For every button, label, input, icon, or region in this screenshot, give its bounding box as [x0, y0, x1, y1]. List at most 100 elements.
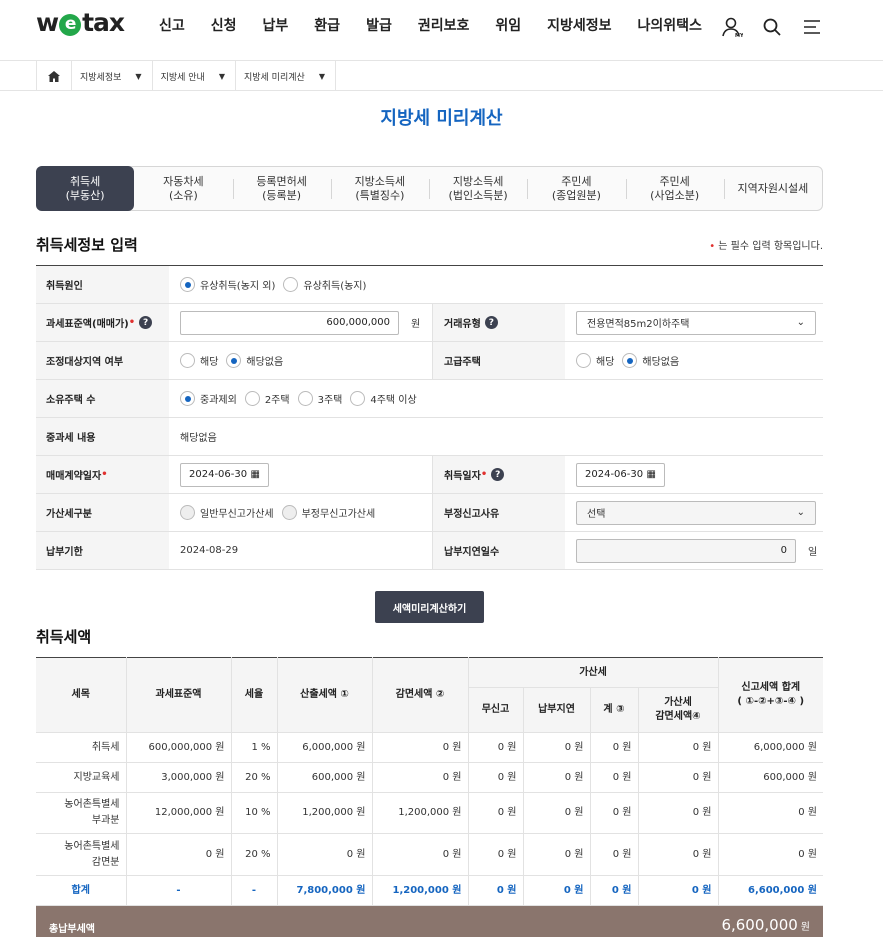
house-radio-2[interactable]: 2주택 — [244, 391, 290, 406]
menu-item-3[interactable]: 환급 — [301, 15, 353, 35]
house-radio-3[interactable]: 3주택 — [297, 391, 342, 406]
required-dot-icon: • — [709, 241, 716, 252]
sum-cell-total: 6,600,000 원 — [717, 875, 823, 906]
cell-calc: 1,200,000 원 — [276, 792, 373, 834]
due-date-value: 2024-08-29 — [180, 545, 239, 556]
contract-date-label: 매매계약일자 • — [36, 456, 169, 493]
tab-2[interactable]: 등록면허세 (등록분) — [232, 167, 331, 210]
wetax-logo[interactable]: w e tax — [36, 8, 125, 37]
chevron-down-icon: ▼ — [135, 71, 142, 81]
section-title-input: 취득세정보 입력 — [36, 236, 138, 254]
house-radio-4plus[interactable]: 4주택 이상 — [350, 391, 417, 406]
calendar-icon[interactable]: ▦ — [647, 469, 656, 480]
menu-item-7[interactable]: 지방세정보 — [534, 15, 624, 35]
sum-cell-calc: 7,800,000 원 — [276, 875, 373, 906]
tab-1[interactable]: 자동차세 (소유) — [134, 167, 232, 210]
cause-radio-farm[interactable]: 유상취득(농지) — [283, 277, 366, 292]
menu-item-0[interactable]: 신고 — [146, 15, 198, 35]
col-item: 세목 — [36, 657, 127, 733]
heavy-tax-value: 해당없음 — [180, 433, 217, 444]
tab-4[interactable]: 지방소득세 (법인소득분) — [429, 167, 527, 210]
cell-delay: 0 원 — [522, 792, 591, 834]
breadcrumb: 지방세정보 ▼ 지방세 안내 ▼ 지방세 미리계산 ▼ — [0, 61, 883, 91]
contract-date-input[interactable]: 2024-06-30 ▦ — [180, 462, 269, 487]
help-icon[interactable]: ? — [491, 468, 505, 481]
breadcrumb-item-2[interactable]: 지방세 안내 ▼ — [153, 61, 236, 91]
adjust-radio-no[interactable]: 해당없음 — [226, 353, 283, 368]
menu-item-1[interactable]: 신청 — [198, 15, 250, 35]
tab-0[interactable]: 취득세 (부동산) — [36, 166, 135, 211]
chevron-down-icon: ⌄ — [796, 317, 805, 328]
cell-nonreport: 0 원 — [467, 732, 524, 763]
base-label: 과세표준액(매매가) •? — [36, 304, 169, 341]
col-sum3: 계 ③ — [589, 687, 639, 733]
total-bar: 총납부세액 6,600,000 원 — [36, 906, 823, 937]
menu-item-8[interactable]: 나의위택스 — [625, 15, 715, 35]
tab-7[interactable]: 지역자원시설세 — [723, 167, 822, 210]
cell-base: 600,000,000 원 — [125, 732, 232, 763]
cell-base: 3,000,000 원 — [125, 762, 232, 793]
cell-nonreport: 0 원 — [467, 792, 524, 834]
section-title-result: 취득세액 — [36, 628, 92, 646]
tax-tabs: 취득세 (부동산) 자동차세 (소유) 등록면허세 (등록분) 지방소득세 (특별징수) 지방소… — [36, 166, 823, 211]
deal-type-select[interactable]: 전용면적85m2이하주택 ⌄ — [576, 310, 816, 335]
col-penalty: 가산세 — [467, 657, 719, 688]
cause-radio-nonfarm[interactable]: 유상취득(농지 외) — [180, 277, 275, 292]
deal-type-label: 거래유형? — [432, 304, 565, 341]
fraud-reason-select[interactable]: 선택 ⌄ — [576, 500, 816, 525]
cell-total: 600,000 원 — [717, 762, 823, 793]
menu-item-2[interactable]: 납부 — [250, 15, 302, 35]
adjust-radio-yes[interactable]: 해당 — [180, 353, 218, 368]
cell-item: 취득세 — [36, 732, 127, 763]
calculate-button[interactable]: 세액미리계산하기 — [375, 591, 484, 623]
col-rate: 세율 — [230, 657, 278, 733]
search-icon[interactable] — [761, 16, 783, 38]
acq-date-input[interactable]: 2024-06-30 ▦ — [576, 462, 665, 487]
tab-6[interactable]: 주민세 (사업소분) — [625, 167, 724, 210]
table-row: 농어촌특별세 감면분 0 원 20 % 0 원0 원0 원0 원0 원0 원0 원 — [36, 833, 823, 876]
tab-5[interactable]: 주민세 (종업원분) — [527, 167, 625, 210]
cell-calc: 6,000,000 원 — [276, 732, 373, 763]
cell-calc: 600,000 원 — [276, 762, 373, 793]
menu-item-4[interactable]: 발급 — [353, 15, 405, 35]
cell-reduce: 1,200,000 원 — [371, 792, 469, 834]
luxury-radio-yes[interactable]: 해당 — [576, 353, 614, 368]
required-note: • 는 필수 입력 항목입니다. — [709, 241, 823, 252]
sum-cell-nonreport: 0 원 — [467, 875, 524, 906]
acq-date-label: 취득일자 •? — [432, 456, 565, 493]
col-delay: 납부지연 — [522, 687, 591, 733]
luxury-radio-no[interactable]: 해당없음 — [622, 353, 679, 368]
tab-3[interactable]: 지방소득세 (특별징수) — [330, 167, 429, 210]
house-radio-exempt[interactable]: 중과제외 — [180, 391, 237, 406]
menu-item-5[interactable]: 권리보호 — [405, 15, 483, 35]
total-label: 총납부세액 — [49, 924, 95, 935]
penalty-radio-fraud[interactable]: 부정무신고가산세 — [281, 505, 375, 520]
user-my-icon[interactable]: MY — [721, 16, 743, 38]
base-amount-input[interactable]: 600,000,000 — [180, 310, 399, 335]
help-icon[interactable]: ? — [139, 316, 153, 329]
cell-sum3: 0 원 — [589, 762, 639, 793]
help-icon[interactable]: ? — [484, 316, 498, 329]
breadcrumb-item-3[interactable]: 지방세 미리계산 ▼ — [236, 61, 336, 91]
calendar-icon[interactable]: ▦ — [251, 469, 260, 480]
cell-pen_reduce: 0 원 — [637, 792, 719, 834]
penalty-radio-general[interactable]: 일반무신고가산세 — [180, 505, 274, 520]
menu-item-6[interactable]: 위임 — [482, 15, 534, 35]
cell-item: 농어촌특별세 부과분 — [36, 792, 127, 834]
cell-sum3: 0 원 — [589, 833, 639, 876]
global-header: w e tax 신고 신청 납부 환급 발급 권리보호 위임 지방세정보 나의위택스 MY — [0, 0, 883, 61]
delay-days-label: 납부지연일수 — [432, 532, 565, 569]
chevron-down-icon: ⌄ — [796, 507, 805, 518]
cell-reduce: 0 원 — [371, 762, 469, 793]
delay-days-input[interactable]: 0 — [576, 538, 796, 563]
home-icon[interactable] — [36, 61, 72, 91]
cause-label: 취득원인 — [36, 266, 169, 303]
breadcrumb-item-1[interactable]: 지방세정보 ▼ — [72, 61, 153, 91]
cell-pen_reduce: 0 원 — [637, 833, 719, 876]
sum-cell-item: 합계 — [36, 875, 127, 906]
chevron-down-icon: ▼ — [218, 71, 225, 81]
menu-icon[interactable] — [801, 16, 823, 38]
total-value: 6,600,000 원 — [721, 916, 810, 934]
cell-nonreport: 0 원 — [467, 833, 524, 876]
col-pen-reduce: 가산세 감면세액④ — [637, 687, 718, 733]
